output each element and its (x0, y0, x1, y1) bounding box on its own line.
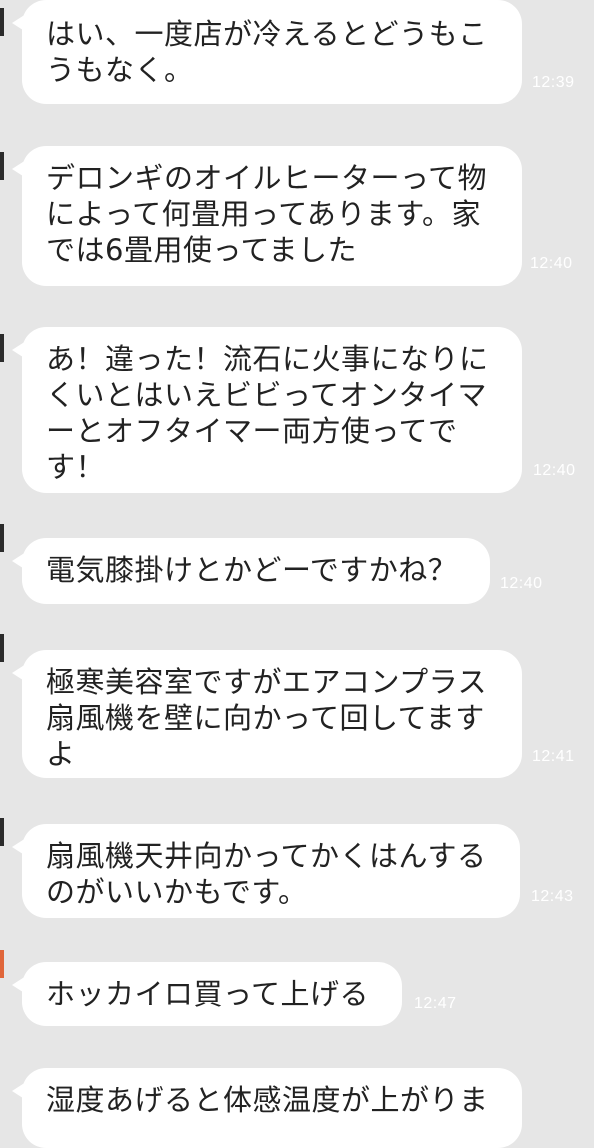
message-bubble[interactable]: デロンギのオイルヒーターって物によって何畳用ってあります。家では6畳用使ってまし… (12, 146, 522, 286)
message-time: 12:41 (532, 748, 575, 765)
message-text: ホッカイロ買って上げる (46, 977, 370, 1011)
message-bubble[interactable]: 電気膝掛けとかどーですかね？ (12, 538, 490, 604)
message-bubble[interactable]: あ！違った！流石に火事になりにくいとはいえビビってオンタイマーとオフタイマー両方… (12, 327, 522, 493)
message-bubble[interactable]: 湿度あげると体感温度が上がりま (12, 1068, 522, 1148)
message-time: 12:39 (532, 74, 575, 91)
message-text: デロンギのオイルヒーターって物によって何畳用ってあります。家では6畳用使ってまし… (46, 161, 488, 267)
message-text: はい、一度店が冷えるとどうもこうもなく。 (46, 17, 488, 87)
message-text: あ！違った！流石に火事になりにくいとはいえビビってオンタイマーとオフタイマー両方… (46, 342, 489, 484)
message-text: 湿度あげると体感温度が上がりま (46, 1083, 489, 1117)
message-time: 12:47 (414, 995, 457, 1012)
message-text: 扇風機天井向かってかくはんするのがいいかもです。 (46, 839, 487, 909)
message-time: 12:40 (533, 462, 576, 479)
avatar[interactable] (0, 152, 4, 180)
message-time: 12:40 (530, 255, 573, 272)
message-bubble[interactable]: 扇風機天井向かってかくはんするのがいいかもです。 (12, 824, 520, 918)
chat-thread: はい、一度店が冷えるとどうもこうもなく。 12:39 デロンギのオイルヒーターっ… (0, 0, 594, 1148)
message-text: 電気膝掛けとかどーですかね？ (46, 553, 458, 587)
message-bubble[interactable]: ホッカイロ買って上げる (12, 962, 402, 1026)
message-time: 12:40 (500, 575, 543, 592)
avatar[interactable] (0, 634, 4, 662)
avatar[interactable] (0, 950, 4, 978)
message-bubble[interactable]: 極寒美容室ですがエアコンプラス扇風機を壁に向かって回してますよ (12, 650, 522, 778)
message-time: 12:43 (531, 888, 574, 905)
avatar[interactable] (0, 524, 4, 552)
message-bubble[interactable]: はい、一度店が冷えるとどうもこうもなく。 (12, 0, 522, 104)
avatar[interactable] (0, 818, 4, 846)
message-text: 極寒美容室ですがエアコンプラス扇風機を壁に向かって回してますよ (46, 665, 488, 771)
avatar[interactable] (0, 334, 4, 362)
avatar[interactable] (0, 8, 4, 36)
